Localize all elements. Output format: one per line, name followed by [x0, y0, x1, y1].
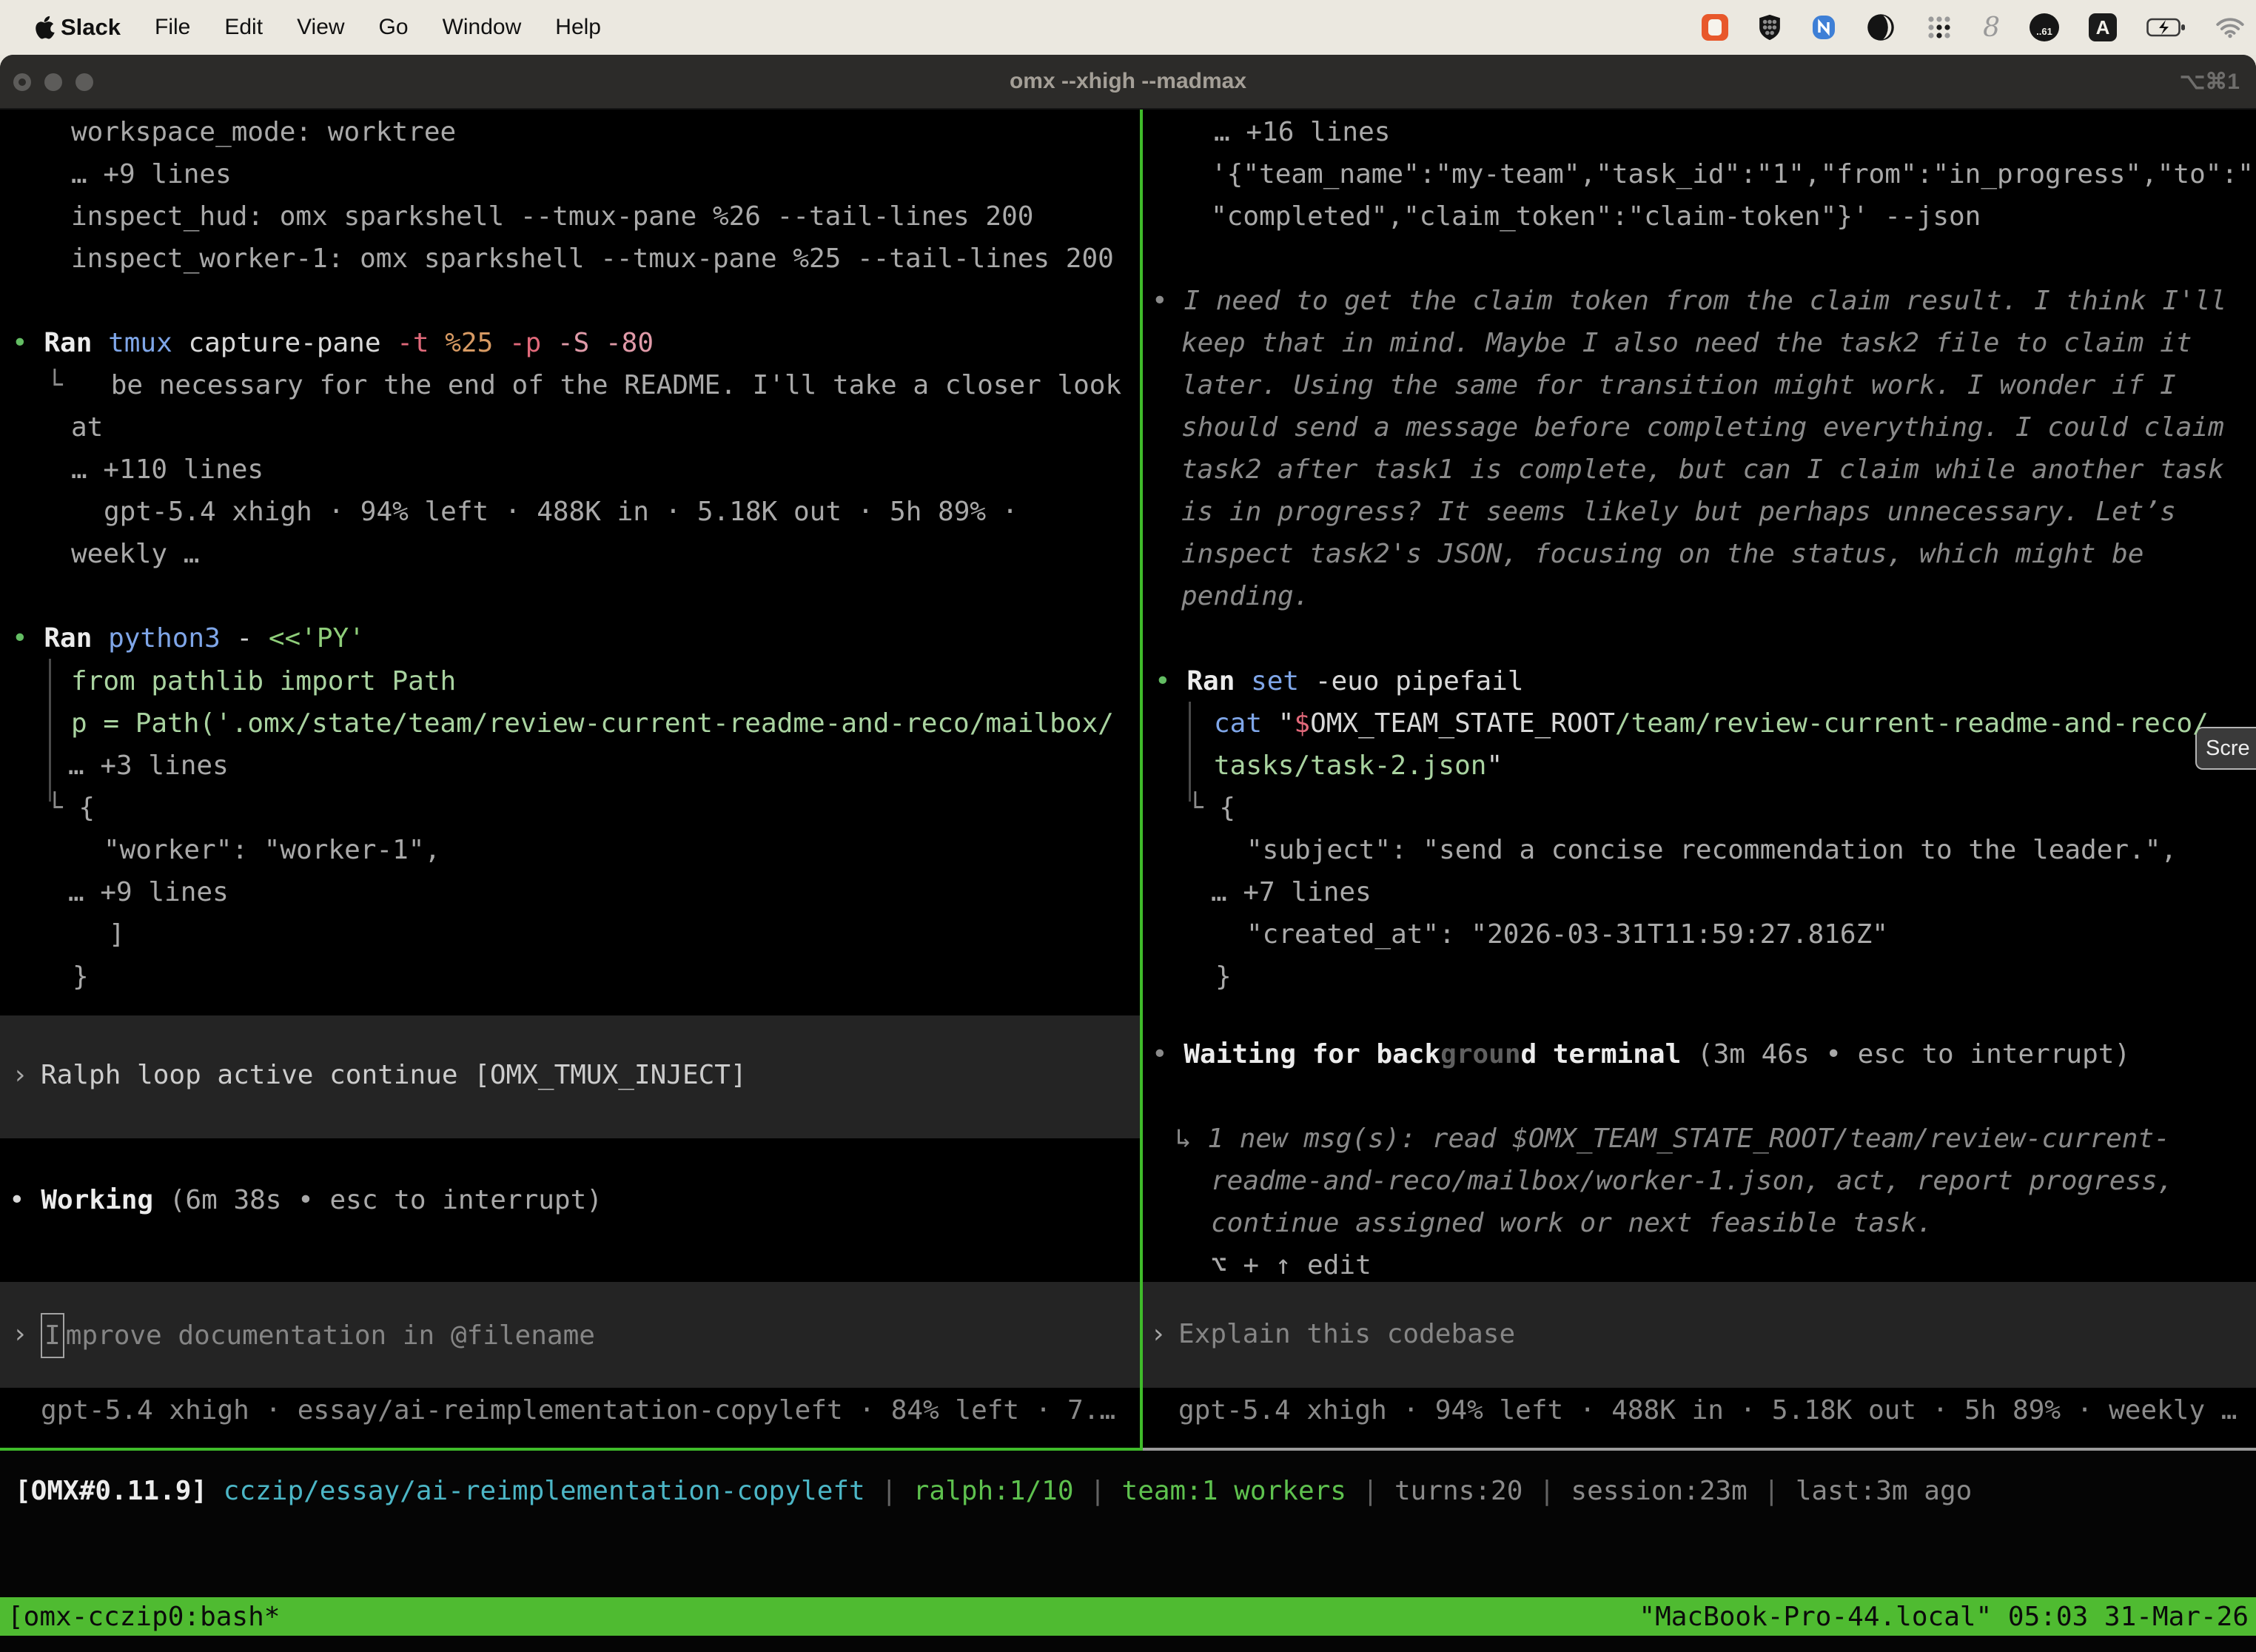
terminal-line: p = Path('.omx/state/team/review-current…	[71, 702, 1114, 745]
terminal-line: pending.	[1181, 575, 1309, 617]
menu-status-icons: 8 ..61 A	[1702, 13, 2244, 43]
prompt-placeholder: Explain this codebase	[1178, 1313, 1515, 1355]
menu-item-help[interactable]: Help	[555, 15, 601, 40]
terminal-line: … +110 lines	[71, 449, 263, 491]
menu-item-go[interactable]: Go	[379, 15, 409, 40]
minimize-button[interactable]	[44, 73, 62, 91]
window-title: omx --xhigh --madmax	[1010, 69, 1246, 94]
terminal-line: • Ran python3 - <<'PY'	[12, 617, 365, 659]
terminal-line: … +16 lines	[1214, 111, 1390, 153]
terminal-line: is in progress? It seems likely but perh…	[1181, 491, 2176, 533]
inject-status-text: Ralph loop active continue [OMX_TMUX_INJ…	[41, 1054, 747, 1096]
terminal-pane-left[interactable]: › Ralph loop active continue [OMX_TMUX_I…	[0, 110, 1140, 1448]
prompt-chevron-icon: ›	[12, 1313, 28, 1355]
terminal-line: later. Using the same for transition mig…	[1181, 364, 2176, 406]
prompt-chevron-icon: ›	[1150, 1313, 1166, 1355]
terminal-line: "subject": "send a concise recommendatio…	[1246, 829, 2177, 871]
tmux-status-bar[interactable]: [omx-cczip0:bash* "MacBook-Pro-44.local"…	[0, 1597, 2256, 1636]
contrast-icon[interactable]	[1866, 13, 1896, 42]
terminal-line: should send a message before completing …	[1181, 406, 2224, 449]
terminal-line: inspect task2's JSON, focusing on the st…	[1181, 533, 2143, 575]
terminal-line: • Ran tmux capture-pane -t %25 -p -S -80	[12, 322, 654, 364]
terminal-line: }	[73, 956, 89, 998]
tmux-session-label[interactable]: [omx-cczip0:bash*	[7, 1602, 280, 1632]
terminal-line: [OMX#0.11.9] cczip/essay/ai-reimplementa…	[15, 1470, 1972, 1512]
terminal-line: • Waiting for background terminal (3m 46…	[1152, 1033, 2130, 1075]
zoom-button[interactable]	[75, 73, 93, 91]
terminal-line: at	[71, 406, 103, 449]
terminal-line: tasks/task-2.json"	[1214, 745, 1503, 787]
close-button[interactable]	[13, 73, 31, 91]
shield-grid-icon[interactable]	[1758, 13, 1782, 41]
terminal-line: ]	[109, 913, 125, 956]
terminal-line: • Ran set -euo pipefail	[1155, 660, 1524, 702]
terminal-line: • Working (6m 38s • esc to interrupt)	[9, 1179, 602, 1221]
terminal-line: readme-and-reco/mailbox/worker-1.json, a…	[1211, 1160, 2173, 1202]
terminal-line: }	[1215, 956, 1232, 998]
menu-item-window[interactable]: Window	[443, 15, 522, 40]
battery-charging-icon[interactable]	[2146, 17, 2186, 38]
chevron-icon: ›	[12, 1054, 28, 1096]
window-shortcut-badge: ⌥⌘1	[2180, 69, 2240, 95]
prompt-placeholder: Improve documentation in @filename	[41, 1313, 595, 1358]
terminal-line: └ {	[1187, 787, 1235, 829]
terminal-line: ⌥ + ↑ edit	[1211, 1244, 1372, 1286]
terminal-line: from pathlib import Path	[71, 660, 456, 702]
apple-menu-icon[interactable]	[36, 16, 56, 39]
terminal-line: continue assigned work or next feasible …	[1211, 1202, 1933, 1244]
menu-item-view[interactable]: View	[297, 15, 344, 40]
terminal-line: … +9 lines	[71, 153, 232, 195]
terminal-line: task2 after task1 is complete, but can I…	[1181, 449, 2224, 491]
text-cursor: I	[41, 1313, 64, 1358]
pane-bottom-border-left	[0, 1448, 1143, 1451]
squiggle-icon[interactable]: 8	[1983, 13, 2000, 43]
terminal-line: inspect_hud: omx sparkshell --tmux-pane …	[71, 195, 1033, 238]
camera-61-badge-icon[interactable]: ..61	[2030, 13, 2059, 41]
window-title-bar[interactable]: omx --xhigh --madmax ⌥⌘1	[0, 55, 2256, 110]
menu-item-file[interactable]: File	[155, 15, 190, 40]
terminal-line: "completed","claim_token":"claim-token"}…	[1211, 195, 1981, 238]
terminal-line: … +3 lines	[68, 745, 229, 787]
terminal-line: inspect_worker-1: omx sparkshell --tmux-…	[71, 238, 1114, 280]
terminal-line: '{"team_name":"my-team","task_id":"1","f…	[1211, 153, 2254, 195]
terminal-line: • I need to get the claim token from the…	[1152, 280, 2226, 322]
terminal-line: └ {	[47, 787, 95, 829]
prompt-input-right[interactable]: › Explain this codebase	[1143, 1282, 2256, 1388]
keyboard-a-icon[interactable]: A	[2089, 13, 2117, 41]
terminal-line: gpt-5.4 xhigh · 94% left · 488K in · 5.1…	[104, 491, 1018, 533]
terminal-window: omx --xhigh --madmax ⌥⌘1 › Ralph loop ac…	[0, 55, 2256, 1652]
tmux-host-clock: "MacBook-Pro-44.local" 05:03 31-Mar-26	[1639, 1602, 2249, 1632]
menu-app-name[interactable]: Slack	[61, 14, 121, 41]
terminal-line: "created_at": "2026-03-31T11:59:27.816Z"	[1246, 913, 1888, 956]
terminal-line: "worker": "worker-1",	[104, 829, 440, 871]
sync-blue-icon[interactable]	[1811, 13, 1836, 42]
traffic-lights	[13, 55, 93, 110]
block-connector-line	[49, 659, 51, 802]
wifi-icon[interactable]	[2216, 16, 2244, 38]
pane-bottom-border-right	[1143, 1448, 2256, 1451]
inject-status-band: › Ralph loop active continue [OMX_TMUX_I…	[0, 1015, 1140, 1138]
screenshot-chat-icon[interactable]	[1702, 14, 1728, 41]
terminal-line: └ be necessary for the end of the README…	[47, 364, 1121, 406]
menu-item-edit[interactable]: Edit	[224, 15, 263, 40]
terminal-line: gpt-5.4 xhigh · essay/ai-reimplementatio…	[41, 1389, 1115, 1431]
terminal-pane-right[interactable]: Scre › Explain this codebase … +16 lines…	[1143, 110, 2256, 1448]
dots-grid-icon[interactable]	[1925, 13, 1953, 41]
terminal-line: … +7 lines	[1211, 871, 1372, 913]
terminal-line: cat "$OMX_TEAM_STATE_ROOT/team/review-cu…	[1214, 702, 2209, 745]
terminal-line: keep that in mind. Maybe I also need the…	[1181, 322, 2192, 364]
prompt-input-left[interactable]: › Improve documentation in @filename	[0, 1282, 1140, 1388]
terminal-line: workspace_mode: worktree	[71, 111, 456, 153]
terminal-line: ↳ 1 new msg(s): read $OMX_TEAM_STATE_ROO…	[1175, 1118, 2170, 1160]
terminal-line: weekly …	[71, 533, 199, 575]
menu-bar: Slack File Edit View Go Window Help 8 ..…	[0, 0, 2256, 55]
omx-status-line: [OMX#0.11.9] cczip/essay/ai-reimplementa…	[0, 1470, 2256, 1512]
terminal-line: … +9 lines	[68, 871, 229, 913]
terminal-line: gpt-5.4 xhigh · 94% left · 488K in · 5.1…	[1178, 1389, 2237, 1431]
